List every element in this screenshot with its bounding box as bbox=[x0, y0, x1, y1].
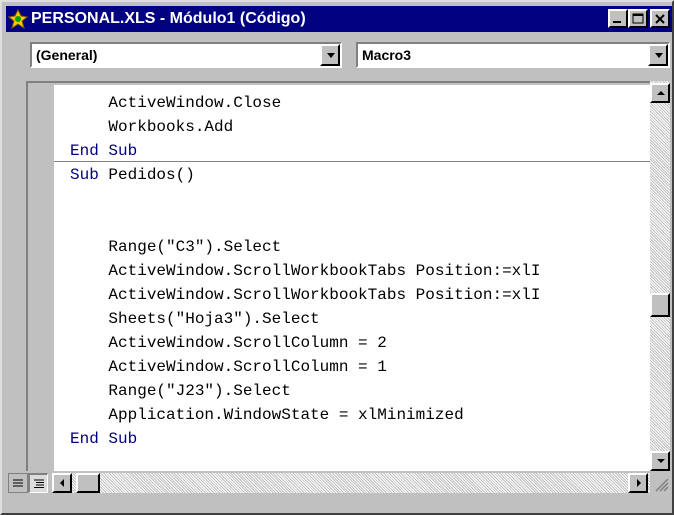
procedure-view-button[interactable] bbox=[8, 473, 28, 493]
procedure-combo[interactable]: Macro3 bbox=[356, 42, 670, 68]
code-line[interactable]: Sub Pedidos() bbox=[70, 163, 195, 187]
keyword: End Sub bbox=[70, 142, 138, 160]
code-line[interactable]: End Sub bbox=[70, 427, 137, 451]
object-combo-value: (General) bbox=[36, 47, 98, 63]
arrow-right-icon bbox=[637, 479, 641, 487]
vertical-scroll-thumb[interactable] bbox=[650, 293, 670, 317]
full-module-view-button[interactable] bbox=[28, 473, 48, 493]
scroll-up-button[interactable] bbox=[650, 83, 670, 103]
procedure-view-icon bbox=[13, 479, 23, 487]
scroll-left-button[interactable] bbox=[52, 473, 72, 493]
code-pane[interactable]: ActiveWindow.Close Workbooks.Add End Sub S… bbox=[54, 85, 650, 471]
window-title: PERSONAL.XLS - Módulo1 (Código) bbox=[31, 10, 306, 27]
vertical-scrollbar[interactable] bbox=[650, 81, 670, 471]
maximize-button[interactable] bbox=[628, 9, 648, 28]
chevron-down-icon bbox=[327, 53, 335, 58]
horizontal-scrollbar[interactable] bbox=[52, 473, 650, 493]
horizontal-scroll-thumb[interactable] bbox=[76, 473, 100, 493]
code-window: PERSONAL.XLS - Módulo1 (Código) (General… bbox=[0, 0, 674, 515]
code-line[interactable]: Application.WindowState = xlMinimized bbox=[70, 403, 463, 427]
chevron-down-icon bbox=[655, 53, 663, 58]
scroll-down-button[interactable] bbox=[650, 451, 670, 471]
close-icon bbox=[655, 14, 665, 24]
code-line[interactable]: ActiveWindow.ScrollColumn = 1 bbox=[70, 355, 386, 379]
minimize-icon bbox=[613, 21, 621, 23]
bottom-bar bbox=[6, 473, 672, 493]
title-bar[interactable]: PERSONAL.XLS - Módulo1 (Código) bbox=[6, 6, 672, 32]
scroll-right-button[interactable] bbox=[628, 473, 648, 493]
code-line[interactable]: End Sub bbox=[70, 139, 137, 163]
procedure-combo-dropdown-button[interactable] bbox=[648, 44, 668, 66]
procedure-separator bbox=[54, 161, 650, 162]
code-editor[interactable]: ActiveWindow.Close Workbooks.Add End Sub S… bbox=[26, 81, 650, 471]
resize-grip-icon[interactable] bbox=[650, 473, 670, 493]
arrow-down-icon bbox=[657, 459, 665, 463]
maximize-icon bbox=[632, 13, 644, 24]
code-line[interactable]: ActiveWindow.Close bbox=[70, 91, 281, 115]
code-text: Pedidos() bbox=[108, 166, 195, 184]
object-combo[interactable]: (General) bbox=[30, 42, 342, 68]
code-line[interactable]: Workbooks.Add bbox=[70, 115, 233, 139]
excel-vba-icon[interactable] bbox=[7, 8, 29, 30]
code-line[interactable]: Range("J23").Select bbox=[70, 379, 290, 403]
code-line[interactable]: ActiveWindow.ScrollWorkbookTabs Position… bbox=[70, 259, 540, 283]
minimize-button[interactable] bbox=[608, 9, 628, 28]
procedure-combo-value: Macro3 bbox=[362, 47, 412, 63]
code-line[interactable]: ActiveWindow.ScrollColumn = 2 bbox=[70, 331, 386, 355]
arrow-left-icon bbox=[60, 479, 64, 487]
code-line[interactable]: ActiveWindow.ScrollWorkbookTabs Position… bbox=[70, 283, 540, 307]
object-combo-dropdown-button[interactable] bbox=[320, 44, 340, 66]
close-button[interactable] bbox=[650, 9, 670, 28]
margin-indicator-bar[interactable] bbox=[30, 85, 52, 471]
code-line[interactable]: Sheets("Hoja3").Select bbox=[70, 307, 319, 331]
keyword: End Sub bbox=[70, 430, 138, 448]
full-module-view-icon bbox=[34, 479, 44, 488]
arrow-up-icon bbox=[657, 91, 665, 95]
code-line[interactable]: Range("C3").Select bbox=[70, 235, 281, 259]
keyword: Sub bbox=[70, 166, 109, 184]
